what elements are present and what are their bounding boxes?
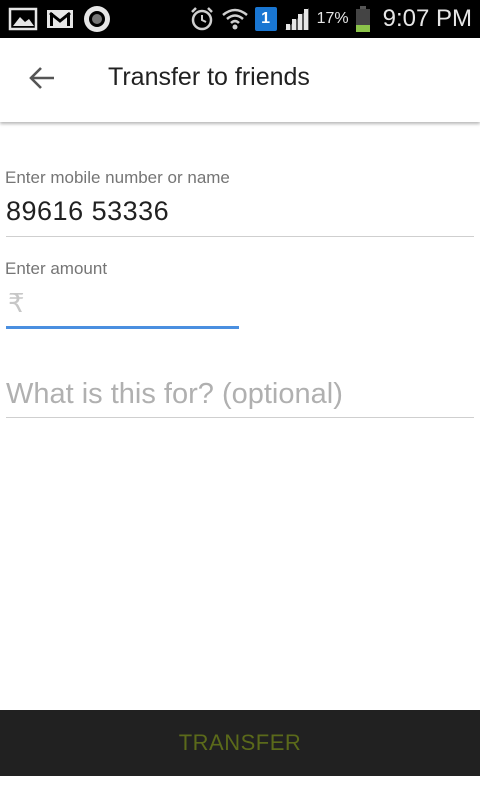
arrow-back-icon [28, 66, 56, 95]
recipient-label: Enter mobile number or name [5, 168, 230, 187]
status-time: 9:07 PM [382, 5, 472, 32]
transfer-button[interactable]: TRANSFER [0, 710, 480, 776]
recipient-field[interactable]: 89616 53336 [6, 196, 169, 227]
note-input[interactable] [6, 372, 474, 416]
recipient-underline [6, 236, 474, 237]
bottom-strip [0, 776, 480, 800]
status-left-icons [8, 5, 112, 33]
page-title: Transfer to friends [108, 63, 310, 91]
amount-underline-focused [6, 326, 239, 329]
alarm-icon [189, 6, 215, 32]
status-right-icons: 1 17% 9:07 PM [189, 5, 472, 33]
transfer-button-label: TRANSFER [178, 730, 302, 755]
battery-percent: 17% [316, 10, 349, 27]
amount-label: Enter amount [5, 259, 108, 278]
signal-icon [283, 6, 311, 32]
gallery-icon [8, 7, 38, 31]
amount-input[interactable] [30, 288, 235, 324]
sim-slot-badge: 1 [254, 7, 277, 31]
back-button[interactable] [20, 58, 64, 102]
gmail-icon [46, 7, 74, 31]
app-toolbar: Transfer to friends [0, 38, 480, 122]
status-bar: 1 17% 9:07 PM [0, 0, 480, 38]
wifi-icon [221, 6, 249, 32]
battery-icon [355, 5, 371, 33]
rupee-icon: ₹ [8, 288, 25, 318]
circle-app-icon [82, 4, 112, 34]
note-underline [6, 417, 474, 418]
